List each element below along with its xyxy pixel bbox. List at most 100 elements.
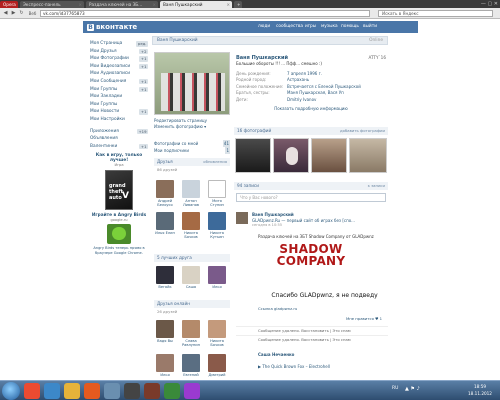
online-friends-header[interactable]: Друзья онлайн	[154, 300, 230, 308]
subscribers-link[interactable]: Мои подписчики 1	[154, 147, 230, 154]
audio-track[interactable]: ▶ The Quick Brown Fox – Electrohell	[258, 364, 330, 369]
deleted-message[interactable]: Сообщение удалено. Восстановить | Это сп…	[236, 335, 388, 344]
reload-icon[interactable]: ↻	[18, 10, 25, 17]
left-menu-item[interactable]: Мои Настройки	[90, 116, 148, 124]
ad-title[interactable]: Как в игру, только лучше!	[90, 153, 148, 163]
friend-card[interactable]: Илья	[154, 354, 176, 377]
friend-card[interactable]: Никита Бочков	[180, 212, 202, 239]
nav-logout[interactable]: выйти	[363, 24, 377, 30]
shadow-company-image[interactable]: SHADOW COMPANY	[276, 243, 346, 289]
left-menu-item[interactable]: Приложения +19	[90, 128, 148, 136]
left-menu-item[interactable]: Валентинки +1	[90, 143, 148, 151]
friend-card[interactable]: Никита Бочков	[206, 320, 228, 347]
left-menu-item[interactable]: Объявления	[90, 135, 148, 143]
close-icon[interactable]: ×	[152, 1, 156, 8]
tab-label: Раздача ключей на ЗБ...	[89, 2, 143, 7]
left-menu-item[interactable]: Мои Видеозаписи +1	[90, 63, 148, 71]
search-input[interactable]: Искать в Яндекс	[378, 10, 493, 17]
vk-logo[interactable]: Ввконтакте	[87, 23, 137, 31]
wall-section: 94 записи к записи Что у Вас нового?	[234, 182, 388, 205]
tab-key-giveaway[interactable]: Раздача ключей на ЗБ... ×	[86, 1, 158, 8]
app-icon[interactable]	[124, 383, 140, 399]
left-menu-item[interactable]: Моя Страница ред.	[90, 40, 148, 48]
wall-post: Ваня Пушкарский GLADpwnz.Ru — первый сай…	[252, 212, 387, 229]
mail-icon[interactable]	[104, 383, 120, 399]
left-menu-item[interactable]: Мои Друзья +2	[90, 48, 148, 56]
ad-text[interactable]: Angry Birds теперь прямо в браузере Goog…	[90, 246, 148, 255]
left-menu-item[interactable]: Мои Аудиозаписи	[90, 70, 148, 78]
new-tab-button[interactable]: +	[234, 1, 242, 8]
photo-thumb[interactable]	[311, 138, 347, 173]
forward-icon[interactable]: ▶	[10, 10, 17, 17]
web-badge[interactable]: Веб	[26, 10, 39, 17]
opera-icon[interactable]	[24, 383, 40, 399]
url-input[interactable]: vk.com/id37765873	[40, 10, 370, 17]
common-friends-header[interactable]: 5 лучших друга	[154, 254, 230, 262]
gta-ad-image[interactable]: grand theft auto V	[105, 169, 133, 210]
show-more-link[interactable]: Показать подробную информацию	[236, 105, 386, 112]
folder-icon[interactable]	[64, 383, 80, 399]
left-menu-item[interactable]: Мои Сообщения +1	[90, 78, 148, 86]
left-menu-item[interactable]: Мои Фотографии +1	[90, 55, 148, 63]
media-player-icon[interactable]	[84, 383, 100, 399]
left-menu-item[interactable]: Мои Новости +1	[90, 108, 148, 116]
friend-card[interactable]: Антон Ливанов	[180, 180, 202, 207]
photo-thumb[interactable]	[273, 138, 309, 173]
window-controls[interactable]: — ▢ ✕	[481, 1, 498, 7]
photos-with-me-link[interactable]: Фотографии со мной 41	[154, 140, 230, 147]
start-button[interactable]	[2, 382, 20, 400]
friend-card[interactable]: Вегайк	[154, 266, 176, 289]
profile-header-name: Ваня Пушкарский	[157, 38, 198, 43]
friend-card[interactable]: Вадя Вы	[154, 320, 176, 343]
photo-thumb[interactable]	[235, 138, 271, 173]
left-menu-item[interactable]: Мои Группы	[90, 101, 148, 109]
close-icon[interactable]: ×	[226, 1, 230, 8]
left-menu-item[interactable]: Мои Закладки	[90, 93, 148, 101]
left-menu-item[interactable]: Мои Группы +1	[90, 86, 148, 94]
app-icon[interactable]	[184, 383, 200, 399]
avatar	[208, 180, 226, 198]
skype-icon[interactable]	[164, 383, 180, 399]
profile-status[interactable]: Большие обороты !!! ... Пфф... смешно :)	[236, 61, 386, 67]
clock[interactable]: 18:59 18.11.2012	[465, 383, 495, 397]
friends-header[interactable]: Друзья обновления	[154, 158, 230, 166]
friend-card[interactable]: Дмитрий	[206, 354, 228, 377]
game-icon[interactable]	[144, 383, 160, 399]
profile-photo[interactable]	[154, 52, 230, 115]
language-indicator[interactable]: RU	[392, 386, 398, 391]
friend-card[interactable]: Евгений	[180, 354, 202, 377]
left-menu-label: Мои Настройки	[90, 116, 125, 122]
wall-header[interactable]: 94 записи к записи	[234, 182, 388, 190]
tab-vk-profile[interactable]: Ваня Пушкарский ×	[160, 1, 232, 8]
friend-card[interactable]: Слава Равлунин	[180, 320, 202, 347]
friend-card[interactable]: Илья Елин	[154, 212, 176, 235]
deleted-message[interactable]: Сообщение удалено. Восстановить | Это сп…	[236, 326, 388, 335]
close-icon[interactable]: ×	[78, 1, 82, 8]
nav-communities[interactable]: сообщества	[276, 24, 303, 30]
tray-icons[interactable]: ▲ ⚑ ♪	[405, 386, 420, 392]
friend-card[interactable]: Андрей Белоусо	[154, 180, 176, 207]
angry-birds-ad-image[interactable]	[107, 224, 131, 245]
tab-speed-dial[interactable]: Экспресс-панель ×	[20, 1, 84, 8]
source-link[interactable]: Ссылка gladpwnz.ru	[258, 306, 297, 311]
photos-header[interactable]: 16 фотографий добавить фотографии	[234, 127, 388, 135]
friend-card[interactable]: Митя Ступин	[206, 180, 228, 207]
play-icon[interactable]: ▶	[258, 364, 261, 369]
back-icon[interactable]: ◀	[2, 10, 9, 17]
like-button[interactable]: Мне нравится ♥ 1	[346, 316, 382, 321]
wall-post-input[interactable]: Что у Вас нового?	[236, 193, 386, 202]
avatar[interactable]	[236, 212, 248, 224]
opera-menu-button[interactable]: Opera	[0, 1, 18, 8]
photo-thumb[interactable]	[349, 138, 387, 173]
friend-card[interactable]: Никита Кутьин	[206, 212, 228, 239]
friend-card[interactable]: Саша	[180, 266, 202, 289]
next-post-author[interactable]: Саша Нечаенко	[258, 352, 294, 357]
change-photo-link[interactable]: Изменить фотографию ▾	[154, 124, 207, 130]
nav-help[interactable]: помощь	[341, 24, 359, 30]
nav-people[interactable]: люди	[258, 24, 270, 30]
ie-icon[interactable]	[44, 383, 60, 399]
friend-card[interactable]: Илья	[206, 266, 228, 289]
nav-games[interactable]: игры	[305, 24, 316, 30]
avatar	[208, 320, 226, 338]
nav-music[interactable]: музыка	[321, 24, 338, 30]
